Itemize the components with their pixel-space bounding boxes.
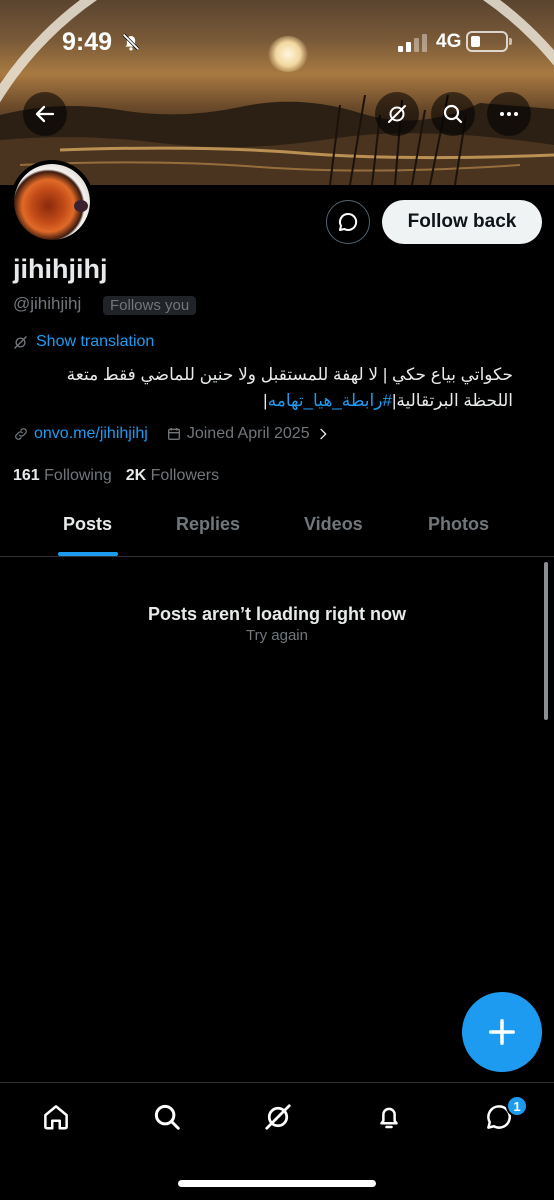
nav-grok[interactable] (261, 1100, 295, 1134)
profile-handle: @jihihjihj (13, 294, 82, 313)
status-time: 9:49 (62, 28, 113, 56)
bell-icon (380, 1107, 398, 1129)
following-label: Following (44, 467, 112, 484)
follows-you-badge: Follows you (103, 296, 197, 315)
tab-posts[interactable]: Posts (63, 514, 112, 535)
cellular-signal-icon (398, 34, 427, 52)
battery-icon (466, 31, 512, 52)
nav-search[interactable] (150, 1100, 184, 1134)
chevron-right-icon (319, 428, 326, 440)
search-icon (154, 1104, 180, 1130)
following-count: 161 (13, 467, 40, 484)
search-icon (443, 104, 463, 124)
follow-back-button[interactable]: Follow back (382, 200, 542, 244)
joined-label: Joined April 2025 (186, 425, 310, 442)
profile-link[interactable]: onvo.me/jihihjihj (34, 425, 148, 443)
network-type: 4G (436, 31, 462, 52)
profile-meta: onvo.me/jihihjihj Joined April 2025 (13, 425, 331, 443)
profile-bio: حكواتي بياع حكي | لا لهفة للمستقبل ولا ح… (13, 362, 513, 414)
avatar[interactable] (10, 160, 94, 244)
feed-error-title: Posts aren’t loading right now (147, 604, 406, 624)
plus-icon (489, 1019, 515, 1045)
show-translation-link[interactable]: Show translation (13, 333, 154, 351)
back-button[interactable] (23, 92, 67, 136)
silent-mode-icon (122, 33, 140, 51)
link-icon (15, 428, 27, 440)
profile-name: jihihjihj (13, 254, 108, 284)
home-indicator[interactable] (178, 1180, 376, 1187)
arrow-left-icon (35, 105, 55, 123)
tab-photos[interactable]: Photos (428, 514, 489, 535)
tab-replies[interactable]: Replies (176, 514, 240, 535)
follow-counts: 161 Following 2K Followers (13, 467, 219, 485)
status-bar: 9:49 4G (0, 0, 554, 86)
joined-date[interactable]: Joined April 2025 (166, 425, 331, 443)
search-button[interactable] (431, 92, 475, 136)
followers-count: 2K (125, 467, 147, 484)
calendar-icon (167, 428, 180, 440)
grok-icon (265, 1104, 291, 1130)
more-button[interactable] (487, 92, 531, 136)
profile-tabs: Posts Replies Videos Photos (0, 500, 554, 557)
grok-button[interactable] (375, 92, 419, 136)
home-icon (44, 1105, 68, 1130)
compose-button[interactable] (462, 992, 542, 1072)
message-icon (338, 212, 358, 231)
nav-home[interactable] (39, 1100, 73, 1134)
message-button[interactable] (326, 200, 370, 244)
followers-count-link[interactable]: 2K Followers (126, 467, 219, 485)
followers-label: Followers (150, 467, 220, 484)
following-count-link[interactable]: 161 Following (13, 467, 112, 485)
active-tab-indicator (58, 552, 118, 556)
show-translation-label: Show translation (36, 333, 155, 350)
translate-icon (14, 335, 27, 349)
bio-hashtag[interactable]: #رابطة_هيا_تهامه (268, 391, 392, 410)
messages-badge: 1 (506, 1095, 528, 1117)
tab-videos[interactable]: Videos (304, 514, 363, 535)
nav-notifications[interactable] (372, 1100, 406, 1134)
more-icon (500, 112, 518, 116)
grok-icon (388, 105, 406, 123)
try-again-link[interactable]: Try again (0, 627, 554, 644)
